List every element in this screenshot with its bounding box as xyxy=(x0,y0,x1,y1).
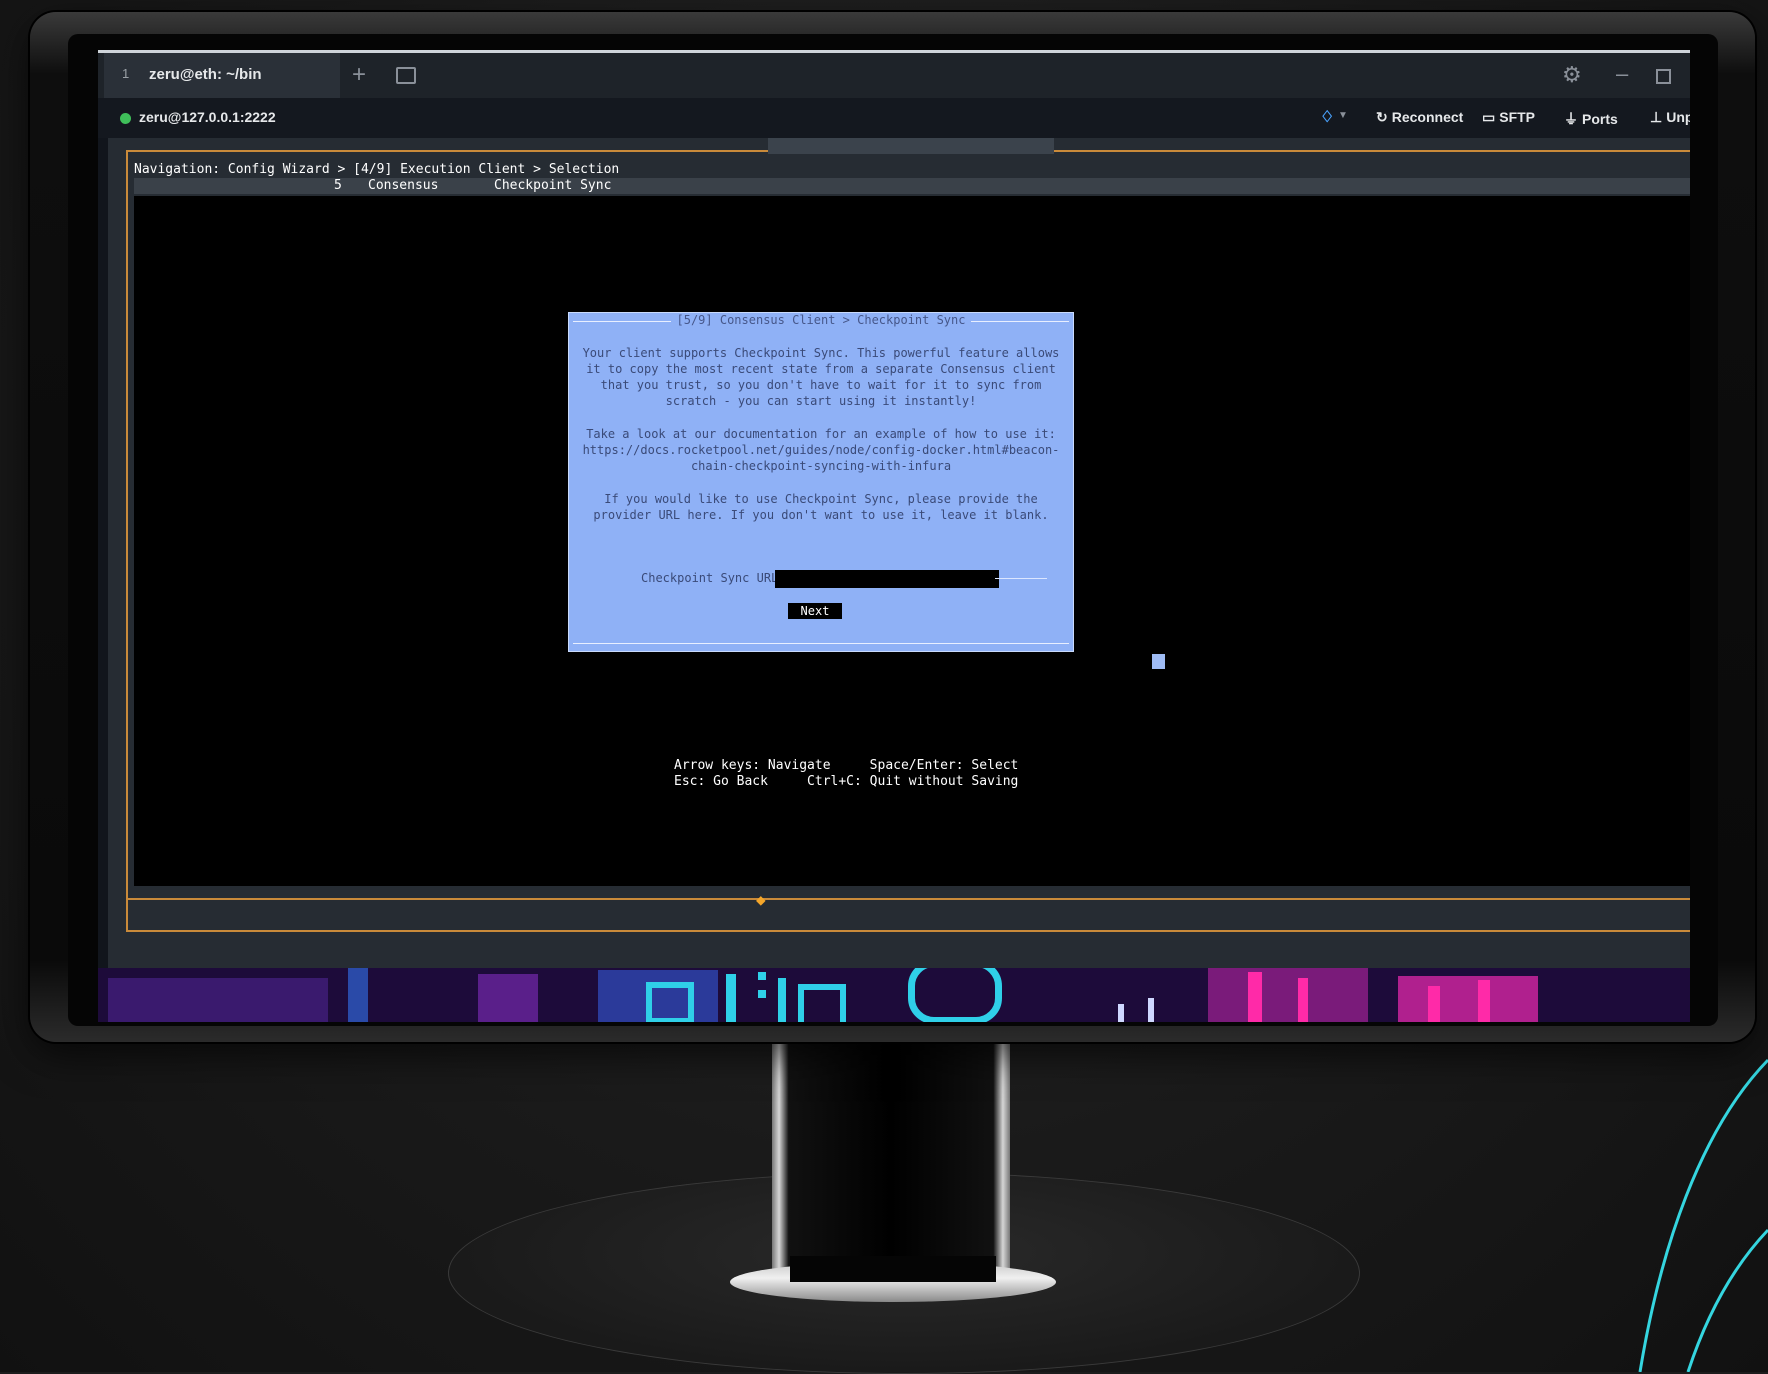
monitor-neck xyxy=(772,1042,1010,1282)
next-button[interactable]: Next xyxy=(788,603,842,619)
tab-title: zeru@eth: ~/bin xyxy=(149,66,262,83)
dialog-title: [5/9] Consensus Client > Checkpoint Sync xyxy=(670,313,972,327)
plus-icon[interactable]: + xyxy=(352,61,366,89)
tab-session[interactable]: 1 zeru@eth: ~/bin xyxy=(104,53,340,98)
reconnect-button[interactable]: ↻ Reconnect xyxy=(1376,109,1463,126)
step-section: Consensus xyxy=(368,178,439,193)
folder-icon: ▭ xyxy=(1482,109,1496,125)
ports-button[interactable]: ⏚ Ports xyxy=(1564,109,1618,129)
maximize-icon[interactable] xyxy=(1656,69,1671,84)
refresh-icon: ↻ xyxy=(1376,109,1388,125)
tab-bar: 1 zeru@eth: ~/bin + ⚙ – xyxy=(98,50,1690,101)
step-page: Checkpoint Sync xyxy=(494,178,612,193)
connection-host: zeru@127.0.0.1:2222 xyxy=(139,109,276,125)
sftp-label: SFTP xyxy=(1499,109,1536,125)
url-input-underline xyxy=(995,578,1047,579)
cyan-arc-decoration xyxy=(1638,1058,1768,1372)
terminal-app-window: 1 zeru@eth: ~/bin + ⚙ – zeru@127.0.0.1:2… xyxy=(98,50,1690,1022)
unpin-label: Unp xyxy=(1666,109,1690,125)
terminal-viewport[interactable]: ◆ Navigation: Config Wizard > [4/9] Exec… xyxy=(108,138,1690,1018)
reconnect-label: Reconnect xyxy=(1391,109,1464,125)
dialog-border-bottom xyxy=(573,643,1069,644)
tab-number: 1 xyxy=(122,66,130,81)
minimize-icon[interactable]: – xyxy=(1616,61,1628,87)
chevron-down-icon[interactable]: ▼ xyxy=(1338,110,1348,121)
lightbulb-icon[interactable]: ♢ xyxy=(1320,107,1334,127)
plug-icon: ⏚ xyxy=(1564,111,1578,127)
dialog-paragraph-intro: Your client supports Checkpoint Sync. Th… xyxy=(582,346,1060,408)
desktop-wallpaper-strip xyxy=(98,968,1690,1022)
gear-icon[interactable]: ⚙ xyxy=(1562,62,1582,88)
keyboard-help-line-2: Esc: Go Back Ctrl+C: Quit without Saving xyxy=(674,774,1019,789)
checkpoint-sync-url-label: Checkpoint Sync URL xyxy=(641,571,779,585)
keyboard-help-line-1: Arrow keys: Navigate Space/Enter: Select xyxy=(674,758,1019,773)
wizard-step-bar: 5 Consensus Checkpoint Sync xyxy=(134,178,1690,194)
duplicate-tab-icon[interactable] xyxy=(396,67,416,84)
step-number: 5 xyxy=(334,178,342,193)
frame-border-left xyxy=(126,150,128,930)
sftp-button[interactable]: ▭ SFTP xyxy=(1482,109,1535,126)
connection-bar: zeru@127.0.0.1:2222 ♢ ▼ ↻ Reconnect ▭ SFTP… xyxy=(98,98,1690,138)
navigation-breadcrumb: Navigation: Config Wizard > [4/9] Execut… xyxy=(134,162,620,177)
connection-status-icon xyxy=(120,113,131,124)
unpin-button[interactable]: ⊥ Unp xyxy=(1650,109,1690,126)
pin-icon: ⊥ xyxy=(1650,109,1663,125)
monitor-neck-foot xyxy=(790,1256,996,1282)
mouse-cursor-block xyxy=(1152,654,1165,669)
frame-diamond-icon: ◆ xyxy=(756,890,766,909)
frame-border-mid xyxy=(126,898,1690,900)
checkpoint-sync-dialog: [5/9] Consensus Client > Checkpoint Sync… xyxy=(568,312,1074,652)
ports-label: Ports xyxy=(1582,111,1618,127)
frame-border-bottom xyxy=(126,930,1690,932)
checkpoint-sync-url-input[interactable] xyxy=(775,570,999,588)
dialog-title-wrap: [5/9] Consensus Client > Checkpoint Sync xyxy=(569,313,1073,327)
dialog-paragraph-docs: Take a look at our documentation for an … xyxy=(582,427,1060,473)
frame-title-tab xyxy=(768,138,1054,154)
dialog-paragraph-instructions: If you would like to use Checkpoint Sync… xyxy=(593,492,1049,522)
